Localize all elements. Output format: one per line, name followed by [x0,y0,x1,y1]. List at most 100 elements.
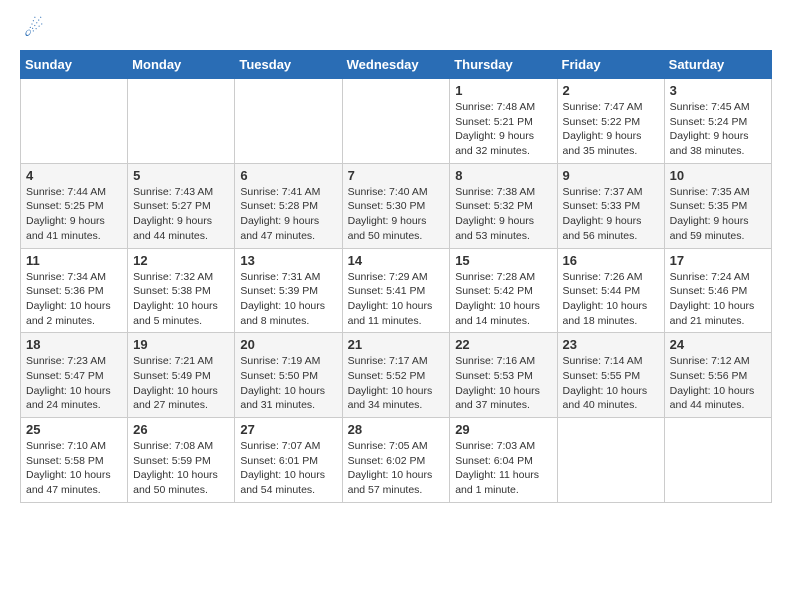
day-number: 24 [670,337,766,352]
day-number: 15 [455,253,551,268]
calendar-cell: 28 Sunrise: 7:05 AM Sunset: 6:02 PM Dayli… [342,418,450,503]
day-info: Sunrise: 7:37 AM Sunset: 5:33 PM Dayligh… [563,185,659,244]
day-info: Sunrise: 7:44 AM Sunset: 5:25 PM Dayligh… [26,185,122,244]
day-number: 6 [240,168,336,183]
day-info: Sunrise: 7:16 AM Sunset: 5:53 PM Dayligh… [455,354,551,413]
day-info: Sunrise: 7:47 AM Sunset: 5:22 PM Dayligh… [563,100,659,159]
calendar-cell: 5 Sunrise: 7:43 AM Sunset: 5:27 PM Daylig… [128,163,235,248]
day-number: 17 [670,253,766,268]
calendar-cell: 26 Sunrise: 7:08 AM Sunset: 5:59 PM Dayli… [128,418,235,503]
calendar-cell: 12 Sunrise: 7:32 AM Sunset: 5:38 PM Dayli… [128,248,235,333]
day-number: 12 [133,253,229,268]
day-info: Sunrise: 7:31 AM Sunset: 5:39 PM Dayligh… [240,270,336,329]
day-info: Sunrise: 7:03 AM Sunset: 6:04 PM Dayligh… [455,439,551,498]
calendar-cell: 8 Sunrise: 7:38 AM Sunset: 5:32 PM Daylig… [450,163,557,248]
logo-bird-icon: ☄ [24,16,44,41]
calendar-cell [342,79,450,164]
calendar-cell: 13 Sunrise: 7:31 AM Sunset: 5:39 PM Dayli… [235,248,342,333]
calendar-cell: 27 Sunrise: 7:07 AM Sunset: 6:01 PM Dayli… [235,418,342,503]
calendar-cell: 2 Sunrise: 7:47 AM Sunset: 5:22 PM Daylig… [557,79,664,164]
day-header-thursday: Thursday [450,51,557,79]
calendar-cell: 24 Sunrise: 7:12 AM Sunset: 5:56 PM Dayli… [664,333,771,418]
day-info: Sunrise: 7:05 AM Sunset: 6:02 PM Dayligh… [348,439,445,498]
day-number: 3 [670,83,766,98]
day-number: 1 [455,83,551,98]
calendar-table: SundayMondayTuesdayWednesdayThursdayFrid… [20,50,772,503]
day-header-friday: Friday [557,51,664,79]
calendar-cell: 18 Sunrise: 7:23 AM Sunset: 5:47 PM Dayli… [21,333,128,418]
calendar-cell: 25 Sunrise: 7:10 AM Sunset: 5:58 PM Dayli… [21,418,128,503]
day-info: Sunrise: 7:34 AM Sunset: 5:36 PM Dayligh… [26,270,122,329]
day-number: 9 [563,168,659,183]
calendar-cell: 16 Sunrise: 7:26 AM Sunset: 5:44 PM Dayli… [557,248,664,333]
day-header-wednesday: Wednesday [342,51,450,79]
day-info: Sunrise: 7:10 AM Sunset: 5:58 PM Dayligh… [26,439,122,498]
day-info: Sunrise: 7:48 AM Sunset: 5:21 PM Dayligh… [455,100,551,159]
day-number: 4 [26,168,122,183]
day-info: Sunrise: 7:14 AM Sunset: 5:55 PM Dayligh… [563,354,659,413]
day-info: Sunrise: 7:29 AM Sunset: 5:41 PM Dayligh… [348,270,445,329]
calendar-cell: 10 Sunrise: 7:35 AM Sunset: 5:35 PM Dayli… [664,163,771,248]
day-info: Sunrise: 7:24 AM Sunset: 5:46 PM Dayligh… [670,270,766,329]
day-number: 28 [348,422,445,437]
calendar-cell: 11 Sunrise: 7:34 AM Sunset: 5:36 PM Dayli… [21,248,128,333]
day-number: 13 [240,253,336,268]
calendar-cell: 6 Sunrise: 7:41 AM Sunset: 5:28 PM Daylig… [235,163,342,248]
calendar-cell: 17 Sunrise: 7:24 AM Sunset: 5:46 PM Dayli… [664,248,771,333]
day-number: 22 [455,337,551,352]
day-number: 8 [455,168,551,183]
day-number: 27 [240,422,336,437]
day-info: Sunrise: 7:08 AM Sunset: 5:59 PM Dayligh… [133,439,229,498]
calendar-cell [21,79,128,164]
day-header-saturday: Saturday [664,51,771,79]
day-number: 5 [133,168,229,183]
day-number: 11 [26,253,122,268]
calendar-cell: 15 Sunrise: 7:28 AM Sunset: 5:42 PM Dayli… [450,248,557,333]
day-number: 2 [563,83,659,98]
day-number: 21 [348,337,445,352]
calendar-cell [128,79,235,164]
day-number: 20 [240,337,336,352]
calendar-cell: 22 Sunrise: 7:16 AM Sunset: 5:53 PM Dayli… [450,333,557,418]
day-header-sunday: Sunday [21,51,128,79]
day-number: 18 [26,337,122,352]
day-number: 29 [455,422,551,437]
calendar-cell [235,79,342,164]
day-info: Sunrise: 7:28 AM Sunset: 5:42 PM Dayligh… [455,270,551,329]
calendar-cell [664,418,771,503]
day-info: Sunrise: 7:17 AM Sunset: 5:52 PM Dayligh… [348,354,445,413]
day-info: Sunrise: 7:21 AM Sunset: 5:49 PM Dayligh… [133,354,229,413]
day-number: 14 [348,253,445,268]
day-info: Sunrise: 7:07 AM Sunset: 6:01 PM Dayligh… [240,439,336,498]
day-number: 26 [133,422,229,437]
day-number: 23 [563,337,659,352]
calendar-cell: 14 Sunrise: 7:29 AM Sunset: 5:41 PM Dayli… [342,248,450,333]
day-info: Sunrise: 7:19 AM Sunset: 5:50 PM Dayligh… [240,354,336,413]
calendar-cell: 1 Sunrise: 7:48 AM Sunset: 5:21 PM Daylig… [450,79,557,164]
day-info: Sunrise: 7:32 AM Sunset: 5:38 PM Dayligh… [133,270,229,329]
day-info: Sunrise: 7:38 AM Sunset: 5:32 PM Dayligh… [455,185,551,244]
day-number: 25 [26,422,122,437]
day-info: Sunrise: 7:23 AM Sunset: 5:47 PM Dayligh… [26,354,122,413]
day-header-monday: Monday [128,51,235,79]
day-header-tuesday: Tuesday [235,51,342,79]
day-number: 10 [670,168,766,183]
day-info: Sunrise: 7:41 AM Sunset: 5:28 PM Dayligh… [240,185,336,244]
day-number: 16 [563,253,659,268]
calendar-cell: 9 Sunrise: 7:37 AM Sunset: 5:33 PM Daylig… [557,163,664,248]
day-number: 19 [133,337,229,352]
calendar-cell: 19 Sunrise: 7:21 AM Sunset: 5:49 PM Dayli… [128,333,235,418]
day-info: Sunrise: 7:45 AM Sunset: 5:24 PM Dayligh… [670,100,766,159]
calendar-cell [557,418,664,503]
calendar-cell: 29 Sunrise: 7:03 AM Sunset: 6:04 PM Dayli… [450,418,557,503]
calendar-cell: 7 Sunrise: 7:40 AM Sunset: 5:30 PM Daylig… [342,163,450,248]
calendar-cell: 20 Sunrise: 7:19 AM Sunset: 5:50 PM Dayli… [235,333,342,418]
day-info: Sunrise: 7:12 AM Sunset: 5:56 PM Dayligh… [670,354,766,413]
calendar-cell: 21 Sunrise: 7:17 AM Sunset: 5:52 PM Dayli… [342,333,450,418]
day-info: Sunrise: 7:40 AM Sunset: 5:30 PM Dayligh… [348,185,445,244]
logo: ☄ [20,16,44,42]
day-info: Sunrise: 7:35 AM Sunset: 5:35 PM Dayligh… [670,185,766,244]
day-info: Sunrise: 7:26 AM Sunset: 5:44 PM Dayligh… [563,270,659,329]
day-number: 7 [348,168,445,183]
day-info: Sunrise: 7:43 AM Sunset: 5:27 PM Dayligh… [133,185,229,244]
